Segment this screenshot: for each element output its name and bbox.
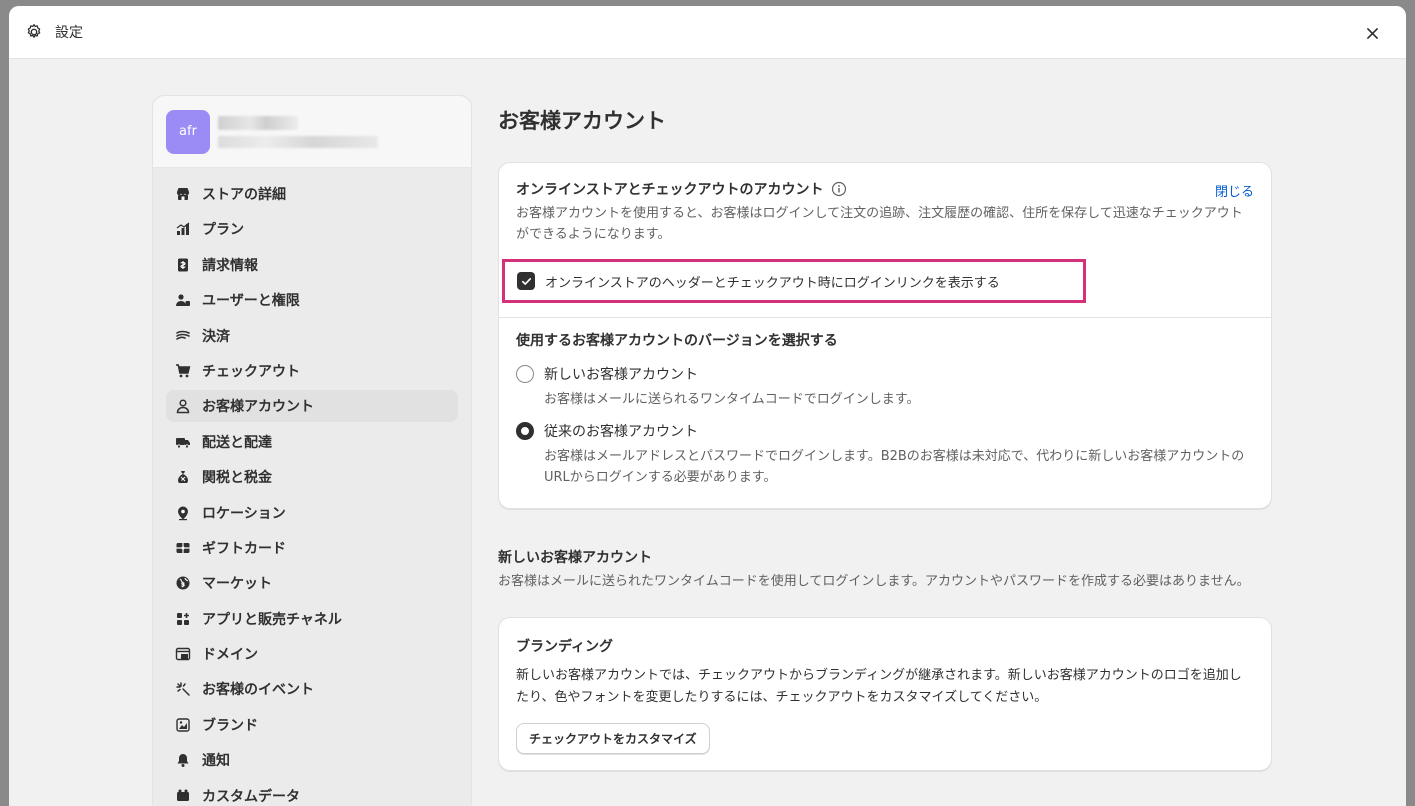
accounts-card-title: オンラインストアとチェックアウトのアカウント [516, 182, 824, 198]
truck-icon [174, 433, 192, 451]
sidebar-item-label: ブランド [202, 717, 258, 734]
radio-new-accounts-help: お客様はメールに送られるワンタイムコードでログインします。 [544, 392, 920, 407]
store-switcher[interactable]: afr [153, 96, 471, 168]
sidebar-item-label: チェックアウト [202, 363, 300, 380]
sidebar-item-10[interactable]: ギフトカード [166, 532, 458, 564]
sidebar-item-11[interactable]: $ マーケット [166, 567, 458, 599]
store-name-redacted [218, 115, 378, 148]
sidebar-item-5[interactable]: チェックアウト [166, 355, 458, 387]
sidebar-item-7[interactable]: 配送と配達 [166, 426, 458, 458]
radio-classic-accounts-help: お客様はメールアドレスとパスワードでログインします。B2Bのお客様は未対応で、代… [544, 449, 1245, 485]
branding-title: ブランディング [516, 639, 614, 655]
sidebar-item-label: プラン [202, 222, 244, 239]
sidebar-item-9[interactable]: ロケーション [166, 497, 458, 529]
branding-description: 新しいお客様アカウントでは、チェックアウトからブランディングが継承されます。新し… [516, 668, 1242, 705]
close-icon [1366, 27, 1378, 39]
sidebar-item-8[interactable]: 関税と税金 [166, 461, 458, 493]
sidebar-item-label: マーケット [202, 576, 272, 593]
radio-classic-accounts[interactable]: 従来のお客様アカウント [516, 421, 1254, 441]
branding-card: ブランディング 新しいお客様アカウントでは、チェックアウトからブランディングが継… [498, 617, 1272, 771]
sidebar-item-15[interactable]: ブランド [166, 709, 458, 741]
radio-classic-accounts-label: 従来のお客様アカウント [544, 424, 698, 440]
close-button[interactable] [1362, 23, 1382, 43]
plan-icon [174, 220, 192, 238]
sidebar-item-label: 請求情報 [202, 257, 258, 274]
sidebar-item-0[interactable]: ストアの詳細 [166, 178, 458, 210]
sidebar-item-17[interactable]: カスタムデータ [166, 780, 458, 806]
settings-window: 設定 afr ストアの詳細 プラン 請求情報 ユーザーと権限 決済 チェックアウト お客様ア… [9, 6, 1406, 806]
brand-icon [174, 716, 192, 734]
sidebar-item-4[interactable]: 決済 [166, 320, 458, 352]
accounts-card: オンラインストアとチェックアウトのアカウント 閉じる お客様アカウントを使用する… [498, 162, 1272, 509]
avatar: afr [166, 109, 210, 154]
tax-icon [174, 468, 192, 486]
radio-new-accounts-button[interactable] [516, 365, 534, 383]
close-link[interactable]: 閉じる [1215, 181, 1254, 200]
person-icon [174, 397, 192, 415]
store-icon [174, 185, 192, 203]
sidebar-item-label: 関税と税金 [202, 470, 272, 487]
sidebar-item-label: 配送と配達 [202, 434, 272, 451]
sidebar-item-16[interactable]: 通知 [166, 744, 458, 776]
sidebar-item-3[interactable]: ユーザーと権限 [166, 284, 458, 316]
settings-sidebar: afr ストアの詳細 プラン請求情報ユーザーと権限 決済チェックアウト お客様アカウン… [152, 95, 472, 806]
sidebar-item-2[interactable]: 請求情報 [166, 249, 458, 281]
domain-icon [174, 645, 192, 663]
sidebar-item-12[interactable]: アプリと販売チャネル [166, 603, 458, 635]
sidebar-item-label: 通知 [202, 753, 230, 770]
customize-checkout-button[interactable]: チェックアウトをカスタマイズ [516, 723, 710, 754]
cart-icon [174, 362, 192, 380]
main-content: お客様アカウント オンラインストアとチェックアウトのアカウント 閉じる お客様ア… [498, 95, 1272, 771]
title-bar: 設定 [9, 6, 1406, 59]
payments-icon [174, 327, 192, 345]
radio-new-accounts[interactable]: 新しいお客様アカウント [516, 364, 1254, 384]
sidebar-item-label: 決済 [202, 328, 230, 345]
users-icon [174, 291, 192, 309]
svg-text:$: $ [181, 582, 185, 589]
login-link-checkbox[interactable] [517, 272, 535, 290]
billing-icon [174, 256, 192, 274]
sidebar-item-label: ドメイン [202, 647, 258, 664]
window-title: 設定 [55, 25, 83, 41]
radio-classic-accounts-button[interactable] [516, 422, 534, 440]
new-accounts-title: 新しいお客様アカウント [498, 550, 652, 566]
version-section-title: 使用するお客様アカウントのバージョンを選択する [516, 333, 838, 349]
gear-icon [25, 23, 43, 41]
new-accounts-section: 新しいお客様アカウント お客様はメールに送られたワンタイムコードを使用してログイ… [498, 547, 1272, 593]
globe-icon: $ [174, 574, 192, 592]
radio-new-accounts-label: 新しいお客様アカウント [544, 367, 698, 383]
page-title: お客様アカウント [498, 109, 666, 133]
login-link-checkbox-row[interactable]: オンラインストアのヘッダーとチェックアウト時にログインリンクを表示する [502, 259, 1086, 303]
sidebar-item-label: お客様のイベント [202, 682, 314, 699]
settings-nav: ストアの詳細 プラン請求情報ユーザーと権限 決済チェックアウト お客様アカウント 配送と… [153, 168, 471, 806]
sidebar-item-label: お客様アカウント [202, 399, 314, 416]
accounts-card-description: お客様アカウントを使用すると、お客様はログインして注文の追跡、注文履歴の確認、住… [516, 206, 1243, 242]
sidebar-item-13[interactable]: ドメイン [166, 638, 458, 670]
location-icon [174, 504, 192, 522]
sidebar-item-label: ストアの詳細 [202, 187, 286, 203]
sidebar-item-label: ユーザーと権限 [202, 293, 300, 310]
checkmark-icon [521, 277, 531, 285]
sidebar-item-1[interactable]: プラン [166, 213, 458, 245]
apps-icon [174, 610, 192, 628]
sidebar-item-label: アプリと販売チャネル [202, 611, 342, 628]
sidebar-item-14[interactable]: お客様のイベント [166, 673, 458, 705]
info-icon[interactable] [831, 181, 847, 197]
login-link-checkbox-label: オンラインストアのヘッダーとチェックアウト時にログインリンクを表示する [545, 275, 1000, 291]
events-icon [174, 680, 192, 698]
sidebar-item-6[interactable]: お客様アカウント [166, 390, 458, 423]
new-accounts-description: お客様はメールに送られたワンタイムコードを使用してログインします。アカウントやパ… [498, 574, 1250, 589]
sidebar-item-label: ギフトカード [202, 540, 286, 557]
bell-icon [174, 751, 192, 769]
sidebar-item-label: ロケーション [202, 505, 286, 522]
gift-card-icon [174, 539, 192, 557]
